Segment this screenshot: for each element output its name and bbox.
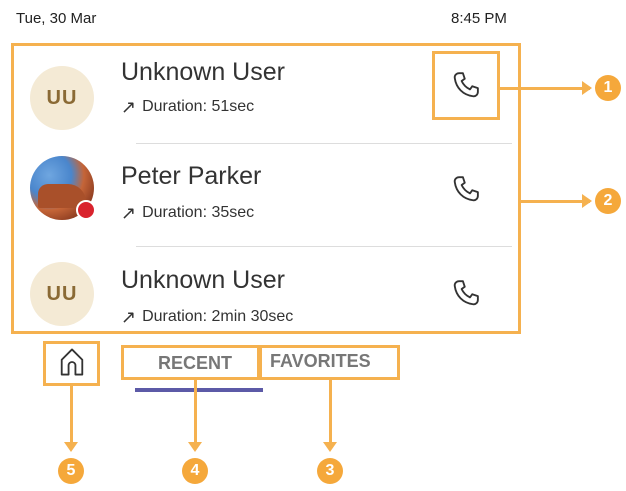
call-duration: ↗ Duration: 2min 30sec bbox=[121, 308, 293, 326]
callout-badge-4: 4 bbox=[182, 458, 208, 484]
callout-line bbox=[521, 200, 590, 203]
call-row[interactable]: Peter Parker ↗ Duration: 35sec bbox=[14, 148, 518, 252]
duration-text: Duration: 51sec bbox=[142, 98, 255, 115]
phone-icon[interactable] bbox=[451, 70, 481, 100]
status-date: Tue, 30 Mar bbox=[16, 10, 97, 27]
divider bbox=[136, 143, 512, 144]
tab-recent[interactable]: RECENT bbox=[158, 353, 232, 374]
callout-arrowhead bbox=[188, 442, 202, 452]
outgoing-arrow-icon: ↗ bbox=[121, 203, 137, 223]
caller-name: Unknown User bbox=[121, 58, 285, 86]
divider bbox=[136, 246, 512, 247]
callout-line bbox=[329, 380, 332, 446]
callout-line bbox=[194, 380, 197, 446]
presence-busy-indicator bbox=[76, 200, 96, 220]
callout-line bbox=[70, 386, 73, 446]
callout-arrowhead bbox=[64, 442, 78, 452]
duration-text: Duration: 35sec bbox=[142, 204, 255, 221]
callout-badge-3: 3 bbox=[317, 458, 343, 484]
callout-line bbox=[500, 87, 590, 90]
duration-text: Duration: 2min 30sec bbox=[142, 308, 294, 325]
phone-icon[interactable] bbox=[451, 278, 481, 308]
callout-badge-1: 1 bbox=[595, 75, 621, 101]
active-tab-indicator bbox=[135, 388, 263, 392]
home-icon[interactable] bbox=[58, 346, 86, 378]
caller-name: Peter Parker bbox=[121, 162, 262, 190]
avatar: UU bbox=[30, 262, 94, 326]
call-duration: ↗ Duration: 35sec bbox=[121, 204, 254, 222]
status-time: 8:45 PM bbox=[451, 10, 507, 27]
avatar: UU bbox=[30, 66, 94, 130]
call-duration: ↗ Duration: 51sec bbox=[121, 98, 254, 116]
callout-badge-2: 2 bbox=[595, 188, 621, 214]
callout-arrowhead bbox=[323, 442, 337, 452]
outgoing-arrow-icon: ↗ bbox=[121, 307, 137, 327]
caller-name: Unknown User bbox=[121, 266, 285, 294]
callout-arrowhead bbox=[582, 81, 592, 95]
callout-arrowhead bbox=[582, 194, 592, 208]
phone-icon[interactable] bbox=[451, 174, 481, 204]
callout-badge-5: 5 bbox=[58, 458, 84, 484]
tab-favorites[interactable]: FAVORITES bbox=[270, 351, 371, 372]
outgoing-arrow-icon: ↗ bbox=[121, 97, 137, 117]
